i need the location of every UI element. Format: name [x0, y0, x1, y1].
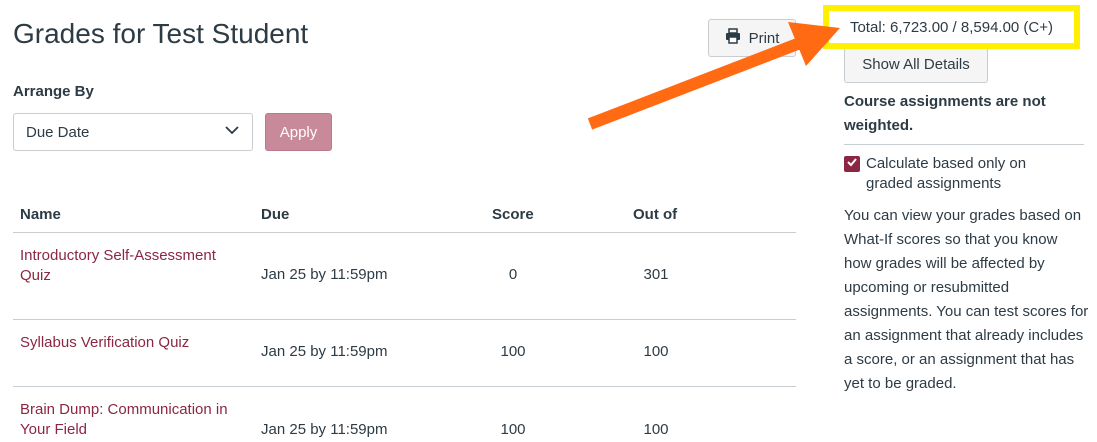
- print-label: Print: [748, 29, 780, 47]
- print-button[interactable]: Print: [708, 19, 796, 57]
- calculate-graded-only-checkbox[interactable]: [844, 156, 860, 172]
- due-date: Jan 25 by 11:59pm: [261, 343, 388, 360]
- header-divider: [13, 232, 796, 233]
- out-of-value: 100: [643, 421, 669, 438]
- row-divider: [13, 386, 796, 387]
- assignment-link[interactable]: Brain Dump: Communication in Your Field: [20, 400, 250, 440]
- checkmark-icon: [846, 155, 858, 173]
- total-grade-text: Total: 6,723.00 / 8,594.00 (C+): [849, 18, 1054, 36]
- arrange-by-select[interactable]: Due Date: [13, 113, 253, 151]
- due-date: Jan 25 by 11:59pm: [261, 266, 388, 283]
- arrange-by-value: Due Date: [26, 123, 90, 141]
- calculate-graded-only-label[interactable]: Calculate based only on graded assignmen…: [866, 154, 1066, 194]
- out-of-value: 301: [643, 266, 669, 283]
- header-out-of[interactable]: Out of: [633, 206, 677, 223]
- due-date: Jan 25 by 11:59pm: [261, 421, 388, 438]
- printer-icon: [725, 28, 741, 48]
- total-grade: Total: 6,723.00 / 8,594.00 (C+): [823, 5, 1080, 49]
- what-if-description: You can view your grades based on What-I…: [844, 207, 1089, 392]
- header-due[interactable]: Due: [261, 206, 289, 223]
- header-score[interactable]: Score: [492, 206, 534, 223]
- arrange-by-label: Arrange By: [13, 83, 94, 100]
- chevron-down-icon: [224, 122, 240, 142]
- score-value[interactable]: 0: [483, 266, 543, 283]
- page-title: Grades for Test Student: [13, 18, 309, 49]
- score-value[interactable]: 100: [483, 343, 543, 360]
- apply-button[interactable]: Apply: [265, 113, 332, 151]
- weighted-note: Course assignments are not weighted.: [844, 93, 1046, 134]
- assignment-link[interactable]: Introductory Self-Assessment Quiz: [20, 246, 250, 286]
- score-value[interactable]: 100: [483, 421, 543, 438]
- assignment-link[interactable]: Syllabus Verification Quiz: [20, 333, 250, 353]
- header-name[interactable]: Name: [20, 206, 61, 223]
- out-of-value: 100: [643, 343, 669, 360]
- row-divider: [13, 319, 796, 320]
- show-all-details-button[interactable]: Show All Details: [844, 47, 988, 83]
- sidebar-divider: [844, 144, 1084, 145]
